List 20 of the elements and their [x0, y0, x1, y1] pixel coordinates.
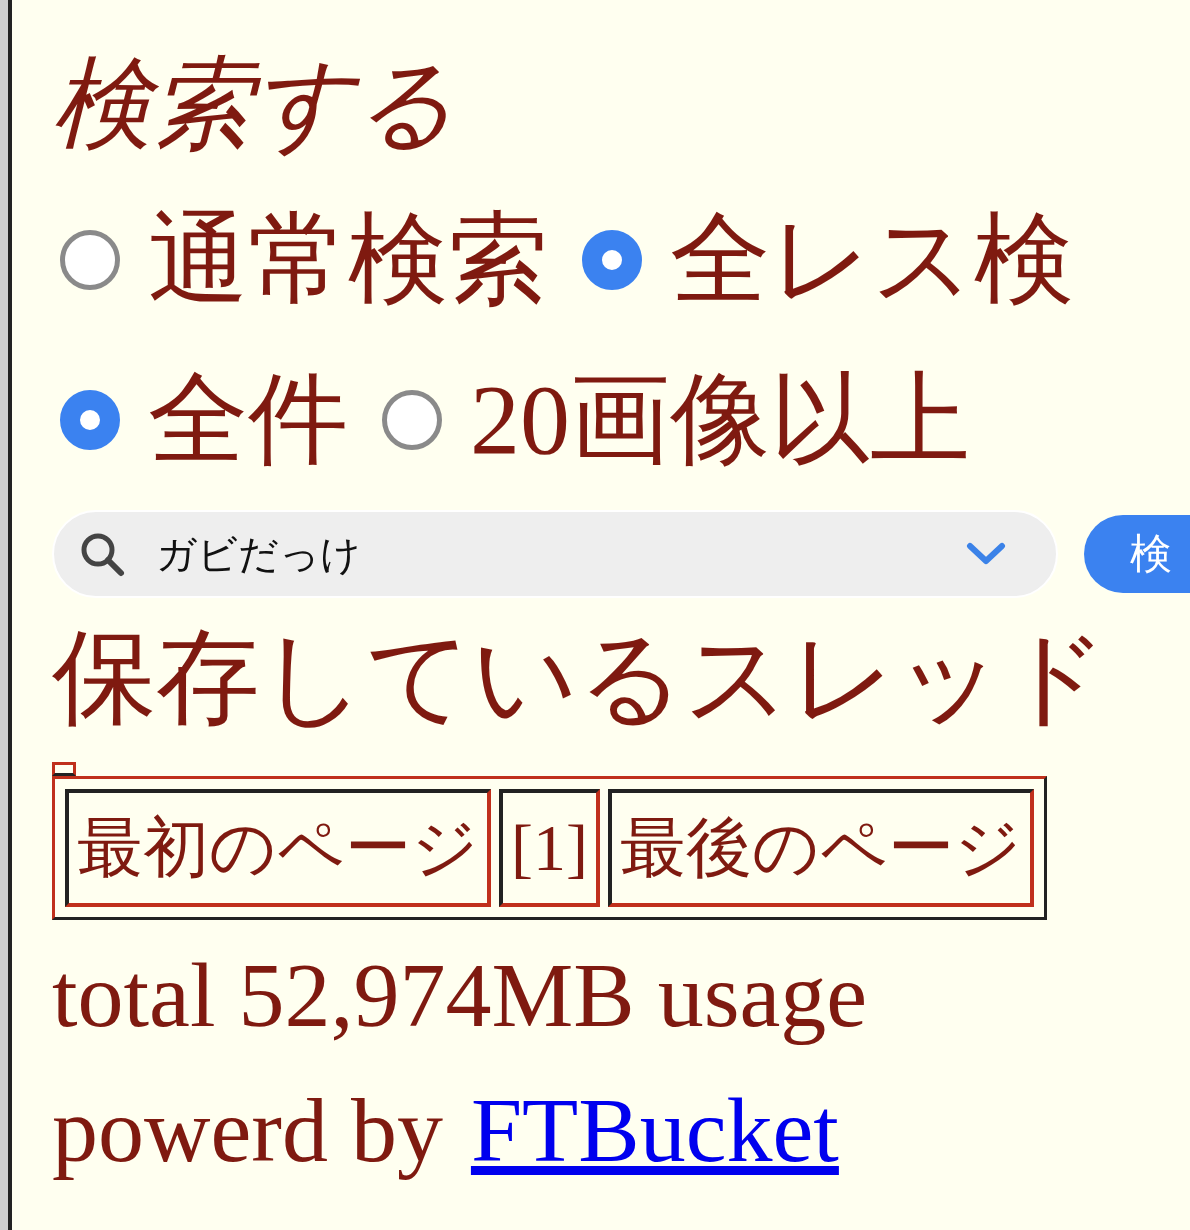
usage-text: total 52,974MB usage: [52, 943, 868, 1048]
search-button[interactable]: 検: [1084, 515, 1190, 593]
radio-label[interactable]: 20画像以上: [470, 340, 970, 500]
section-heading: 保存しているスレッド: [52, 619, 1108, 737]
search-field[interactable]: ガビだっけ: [52, 510, 1058, 598]
radio-label[interactable]: 全レス検: [670, 180, 1074, 340]
radio-label[interactable]: 通常検索: [148, 180, 548, 340]
page-title: 検索する: [52, 48, 456, 162]
radio-label[interactable]: 全件: [148, 340, 348, 500]
page-link[interactable]: 最後のページ: [607, 789, 1034, 907]
chevron-icon: [966, 542, 1006, 566]
radio-button[interactable]: [582, 230, 642, 290]
radio-button[interactable]: [382, 390, 442, 450]
ftbucket-link[interactable]: FTBucket: [470, 1060, 839, 1200]
search-query: ガビだっけ: [156, 529, 362, 579]
radio-button[interactable]: [60, 390, 120, 450]
footer-text: powerd by: [52, 1078, 443, 1183]
page-link[interactable]: 最初のページ: [65, 789, 491, 907]
radio-button[interactable]: [60, 230, 120, 290]
page-link[interactable]: [1]: [499, 789, 600, 907]
